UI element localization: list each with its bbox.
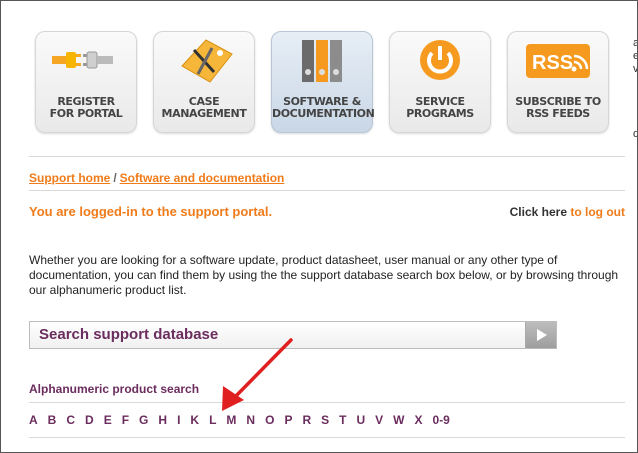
clipped-right-content: aevd <box>633 37 638 140</box>
letter-link-g[interactable]: G <box>139 413 148 427</box>
letter-link-c[interactable]: C <box>66 413 75 427</box>
tile-service-programs[interactable]: SERVICE PROGRAMS <box>389 31 491 133</box>
search-support-database-bar[interactable]: Search support database <box>29 321 557 349</box>
tile-label: CASE MANAGEMENT <box>161 95 247 120</box>
search-label: Search support database <box>39 326 219 343</box>
letter-link-n[interactable]: N <box>246 413 255 427</box>
letter-link-d[interactable]: D <box>85 413 94 427</box>
breadcrumb-separator: / <box>113 171 117 185</box>
letter-link-k[interactable]: K <box>190 413 199 427</box>
svg-text:RSS: RSS <box>532 52 573 74</box>
intro-text: Whether you are looking for a software u… <box>29 253 619 297</box>
search-go-button[interactable] <box>525 322 556 348</box>
login-status: You are logged-in to the support portal. <box>29 204 273 219</box>
tile-label: SUBSCRIBE TO RSS FEEDS <box>515 95 601 120</box>
letter-link-u[interactable]: U <box>356 413 365 427</box>
tile-register-for-portal[interactable]: REGISTER FOR PORTAL <box>35 31 137 133</box>
letter-link-s[interactable]: S <box>321 413 329 427</box>
plug-icon <box>52 51 113 69</box>
letter-link-h[interactable]: H <box>158 413 167 427</box>
binders-icon <box>302 40 342 82</box>
letter-link-0-9[interactable]: 0-9 <box>433 413 450 427</box>
letter-link-t[interactable]: T <box>339 413 346 427</box>
logout-prompt: Click here to log out <box>509 205 625 219</box>
letter-link-x[interactable]: X <box>415 413 423 427</box>
divider <box>29 156 625 157</box>
browser-frame: aevd REGISTERFOR PORTAL <box>0 0 638 453</box>
tile-label: SERVICE PROGRAMS <box>406 95 474 120</box>
divider <box>29 190 625 191</box>
letter-link-a[interactable]: A <box>29 413 38 427</box>
power-icon <box>420 40 460 80</box>
letter-link-v[interactable]: V <box>375 413 383 427</box>
letter-link-i[interactable]: I <box>177 413 180 427</box>
tile-label: SOFTWARE & DOCUMENTATION <box>272 95 375 120</box>
letter-link-r[interactable]: R <box>302 413 311 427</box>
divider <box>29 437 625 438</box>
letter-link-o[interactable]: O <box>265 413 274 427</box>
alphanumeric-search-title: Alphanumeric product search <box>29 382 200 396</box>
tile-software-documentation[interactable]: SOFTWARE & DOCUMENTATION <box>271 31 375 133</box>
tile-label: REGISTER FOR PORTAL <box>49 95 123 120</box>
letter-link-b[interactable]: B <box>48 413 57 427</box>
breadcrumb-support-home[interactable]: Support home <box>29 171 110 185</box>
logout-link[interactable]: to log out <box>570 205 625 219</box>
breadcrumb-software-documentation[interactable]: Software and documentation <box>120 171 285 185</box>
letter-link-l[interactable]: L <box>209 413 216 427</box>
divider <box>29 402 625 403</box>
alphanumeric-letter-list: A B C D E F G H I K L M N O P R S T U V W X 0-9 <box>29 411 460 427</box>
letter-link-w[interactable]: W <box>393 413 404 427</box>
rss-icon: RSS <box>526 44 590 78</box>
letter-link-e[interactable]: E <box>104 413 112 427</box>
nav-tiles: REGISTER FOR PORTAL CASE MANAGEMENT SOFT… <box>35 31 615 133</box>
letter-link-p[interactable]: P <box>284 413 292 427</box>
tile-case-management[interactable]: CASE MANAGEMENT <box>153 31 255 133</box>
tile-subscribe-rss[interactable]: RSS SUBSCRIBE TO RSS FEEDS <box>507 31 609 133</box>
letter-link-f[interactable]: F <box>122 413 129 427</box>
letter-link-m[interactable]: M <box>226 413 236 427</box>
tag-tools-icon <box>181 39 233 83</box>
breadcrumb: Support home / Software and documentation <box>29 171 284 185</box>
